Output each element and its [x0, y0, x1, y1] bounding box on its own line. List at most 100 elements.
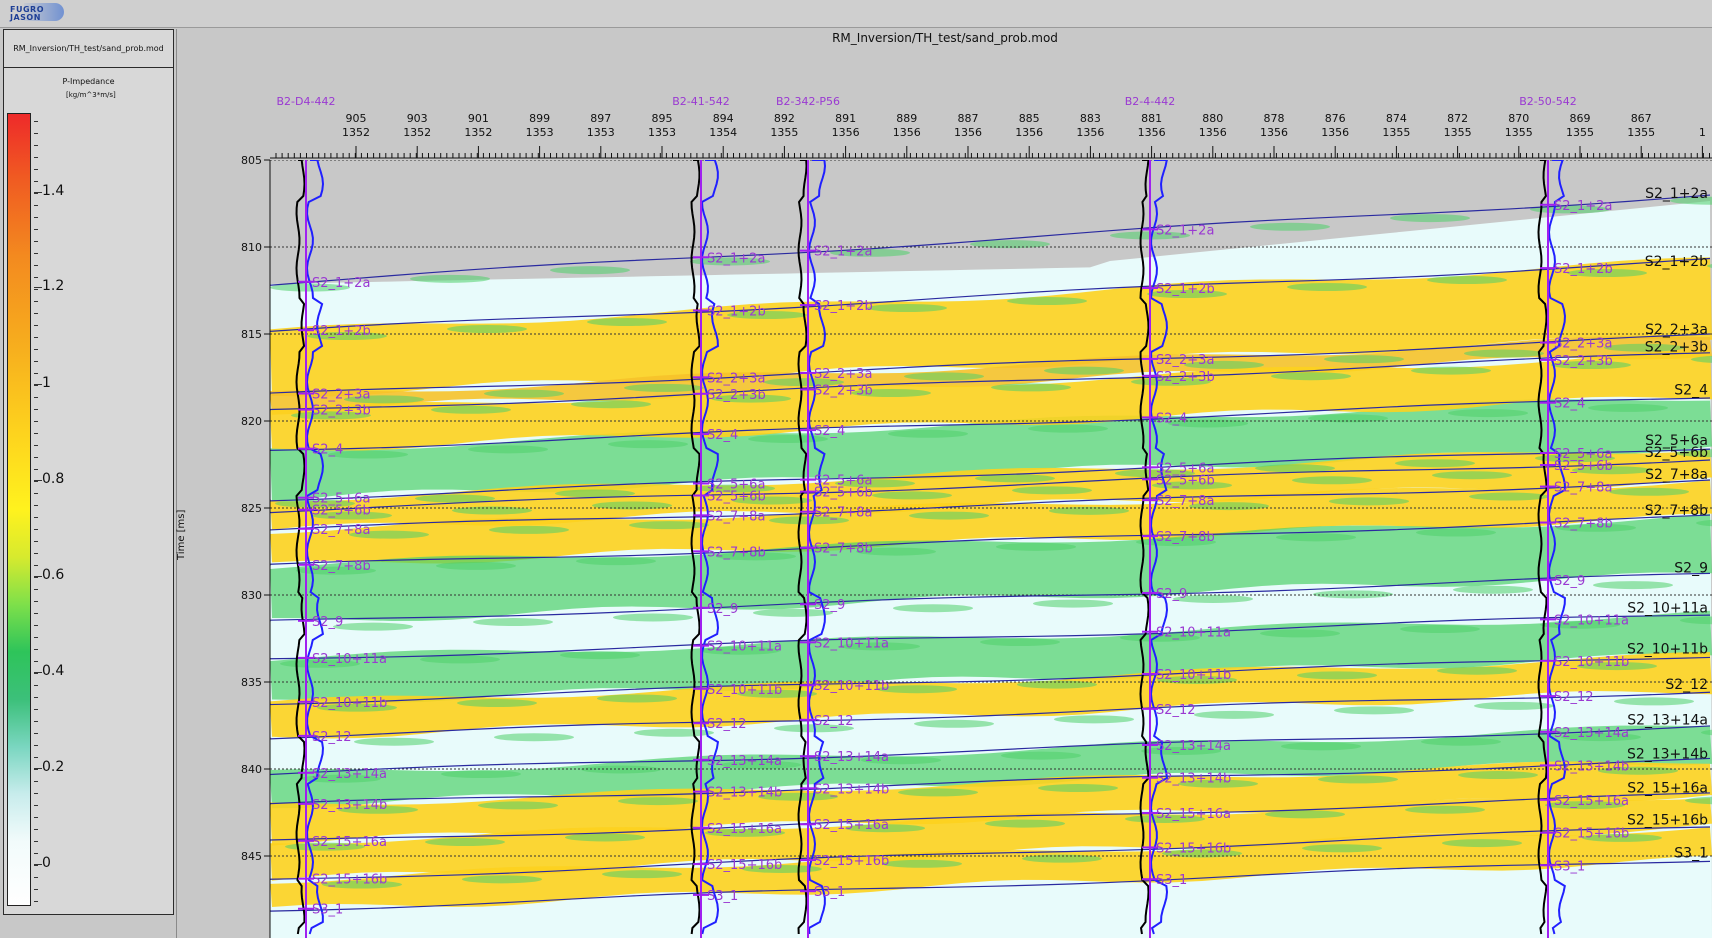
top-scale-label-row2: 1353 — [587, 126, 615, 139]
top-scale-label-row1: 895 — [652, 112, 673, 125]
well-top-label: S2_13+14b — [707, 786, 782, 801]
top-scale-label-row2: 1355 — [1505, 126, 1533, 139]
low-probability-patch — [904, 372, 984, 381]
low-probability-patch — [1395, 459, 1475, 468]
low-probability-patch — [1614, 697, 1694, 706]
low-probability-patch — [354, 737, 434, 746]
top-scale-label-row2: 1353 — [526, 126, 554, 139]
well-top-label: S2_13+14b — [1156, 772, 1231, 787]
well-top-label: S2_2+3b — [1554, 354, 1613, 369]
horizon-label: S2_15+16a — [1627, 780, 1708, 796]
well-top-label: S2_10+11b — [1156, 668, 1231, 683]
low-probability-patch — [468, 445, 548, 454]
low-probability-patch — [1276, 533, 1356, 542]
well-top-label: S2_2+3a — [814, 367, 872, 382]
well-top-label: S2_9 — [707, 602, 738, 617]
top-scale-label-row2: 1352 — [464, 126, 492, 139]
well-top-label: S2_15+16a — [814, 818, 889, 833]
time-axis-label: 840 — [241, 763, 262, 776]
low-probability-patch — [587, 318, 667, 326]
low-probability-patch — [1318, 775, 1398, 784]
low-probability-patch — [1400, 625, 1480, 634]
well-top-label: S2_12 — [1554, 690, 1594, 705]
top-scale-label-row2: 1356 — [832, 126, 860, 139]
top-scale-label-row1: 891 — [835, 112, 856, 125]
well-top-label: S2_10+11b — [707, 683, 782, 698]
well-top-label: S2_13+14a — [1554, 726, 1629, 741]
well-top-label: S2_4 — [814, 424, 845, 439]
low-probability-patch — [872, 491, 952, 500]
well-top-label: S2_13+14a — [312, 767, 387, 782]
top-scale-label-row1: 869 — [1570, 112, 1591, 125]
well-name-label: B2-41-542 — [672, 95, 729, 108]
horizon-label: S2_10+11b — [1627, 641, 1708, 657]
well-name-label: B2-4-442 — [1125, 95, 1175, 108]
top-scale-label-row1: 897 — [590, 112, 611, 125]
well-top-label: S2_10+11b — [814, 679, 889, 694]
well-top-label: S2_5+6b — [814, 486, 873, 501]
low-probability-patch — [1250, 222, 1330, 231]
well-top-label: S2_9 — [1554, 574, 1585, 589]
top-scale-label-row1: 881 — [1141, 112, 1162, 125]
top-scale-label-row2: 1353 — [648, 126, 676, 139]
well-top-label: S2_10+11b — [1554, 655, 1629, 670]
low-probability-patch — [425, 838, 505, 847]
top-scale-label-row2: 1354 — [709, 126, 737, 139]
well-name-label: B2-50-542 — [1519, 95, 1576, 108]
low-probability-patch — [484, 389, 564, 398]
top-scale-label-row2: 1356 — [1199, 126, 1227, 139]
well-top-label: S2_7+8a — [312, 523, 370, 538]
low-probability-patch — [1033, 599, 1113, 608]
well-top-label: S2_10+11a — [312, 652, 387, 667]
top-scale-label-row2: 1355 — [1444, 126, 1472, 139]
seismic-section-plot[interactable]: S2_1+2aS2_1+2bS2_2+3aS2_2+3bS2_4S2_5+6aS… — [0, 0, 1712, 938]
time-axis-label: 810 — [241, 241, 262, 254]
top-scale-label-row1: 889 — [896, 112, 917, 125]
well-top-label: S2_7+8a — [707, 509, 765, 524]
well-top-label: S2_2+3a — [312, 388, 370, 403]
low-probability-patch — [1329, 497, 1409, 506]
well-top-label: S2_15+16b — [707, 858, 782, 873]
low-probability-patch — [980, 638, 1060, 647]
well-top-label: S3_1 — [814, 885, 845, 900]
top-scale-label-row2: 1356 — [1260, 126, 1288, 139]
well-top-label: S2_15+16a — [707, 822, 782, 837]
low-probability-patch — [1287, 283, 1367, 291]
low-probability-patch — [473, 618, 553, 627]
well-top-label: S2_7+8b — [1554, 517, 1613, 532]
well-top-label: S2_15+16a — [1156, 807, 1231, 822]
low-probability-patch — [1593, 581, 1673, 590]
low-probability-patch — [441, 770, 521, 779]
top-scale-label-row1: 874 — [1386, 112, 1407, 125]
low-probability-patch — [447, 325, 527, 333]
low-probability-patch — [1292, 476, 1372, 485]
top-scale-label-row2: 1355 — [1566, 126, 1594, 139]
horizon-label: S2_2+3b — [1645, 339, 1708, 355]
low-probability-patch — [1001, 751, 1081, 760]
well-top-label: S3_1 — [312, 903, 343, 918]
well-top-label: S2_12 — [1156, 703, 1196, 718]
low-probability-patch — [1028, 424, 1108, 433]
well-top-label: S2_5+6b — [1554, 459, 1613, 474]
low-probability-patch — [1458, 771, 1538, 780]
well-top-label: S2_12 — [312, 730, 352, 745]
low-probability-patch — [1049, 506, 1129, 515]
top-scale-label-row2: 1352 — [403, 126, 431, 139]
time-axis-label: 835 — [241, 676, 262, 689]
well-top-label: S2_4 — [1156, 411, 1187, 426]
well-top-label: S2_1+2b — [814, 299, 873, 314]
low-probability-patch — [867, 304, 947, 312]
well-top-label: S2_12 — [814, 714, 854, 729]
low-probability-patch — [1448, 409, 1528, 418]
low-probability-patch — [1469, 492, 1549, 501]
low-probability-patch — [410, 274, 490, 283]
low-probability-patch — [489, 525, 569, 534]
top-scale-label-row1: 901 — [468, 112, 489, 125]
well-top-label: S3_1 — [1156, 873, 1187, 888]
time-axis-label: 815 — [241, 328, 262, 341]
low-probability-patch — [914, 719, 994, 728]
top-scale-label-row2: 1352 — [342, 126, 370, 139]
time-axis-label: 805 — [241, 154, 262, 167]
top-scale-label-row1: 878 — [1264, 112, 1285, 125]
well-top-label: S2_15+16b — [814, 854, 889, 869]
